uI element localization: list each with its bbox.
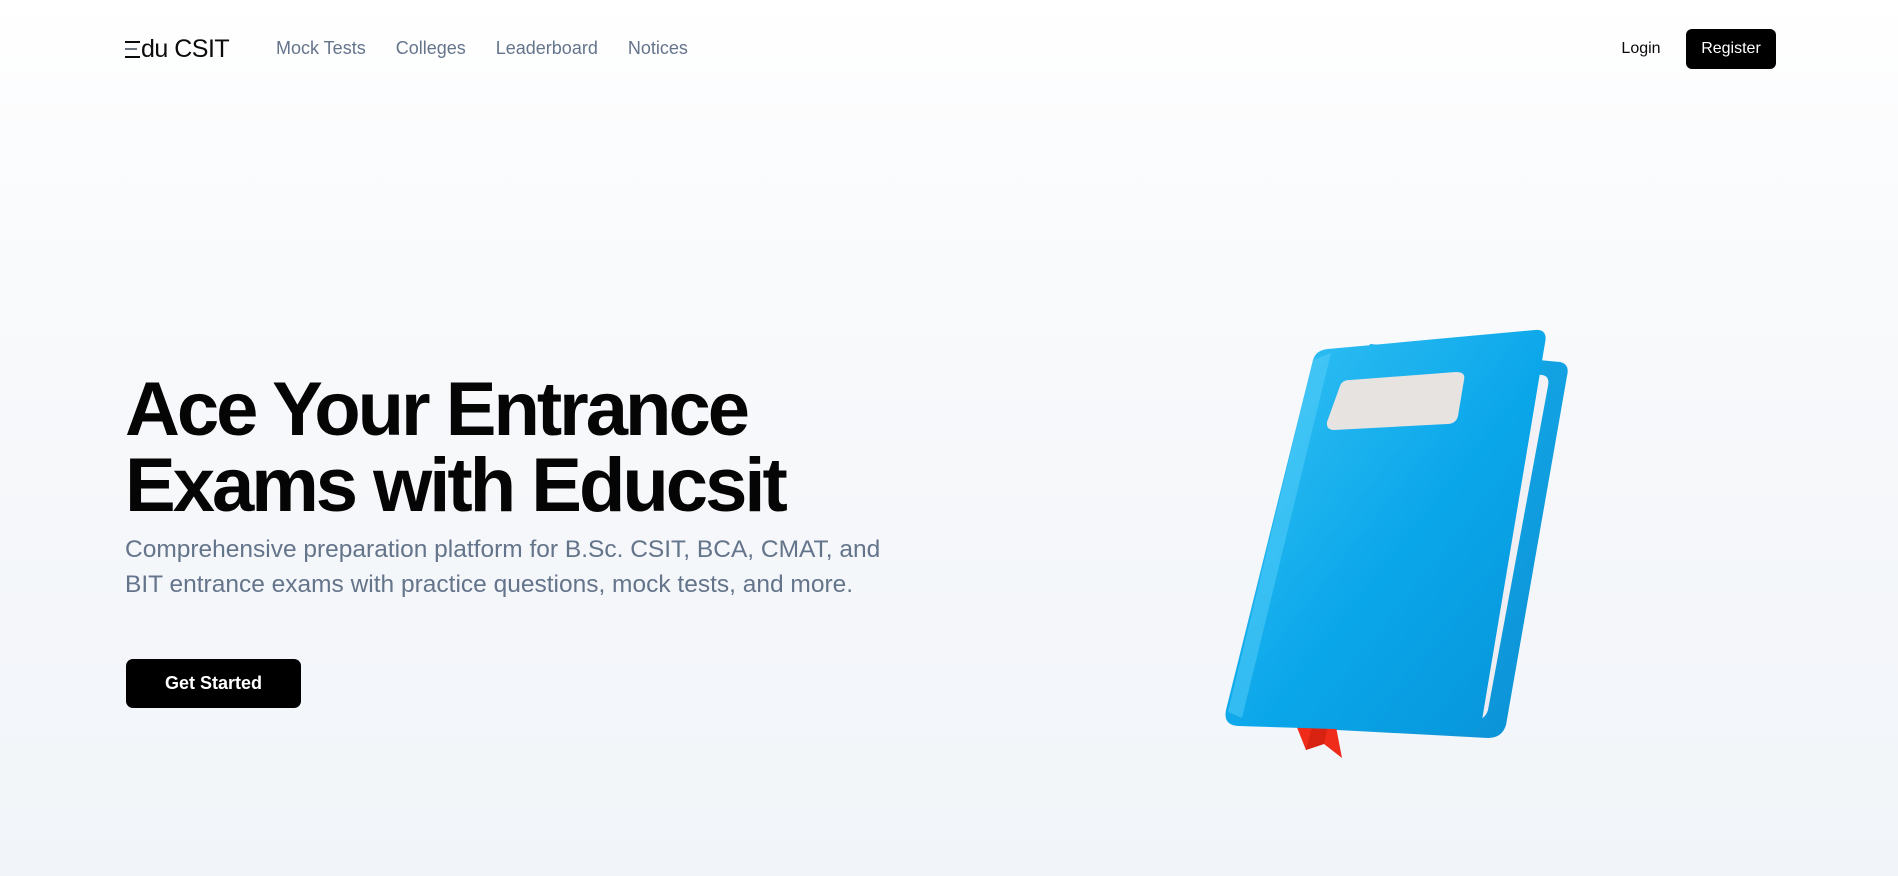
nav-link-leaderboard[interactable]: Leaderboard bbox=[496, 38, 598, 59]
register-button[interactable]: Register bbox=[1686, 29, 1776, 69]
hero-title-line-2: Exams with Educsit bbox=[125, 443, 788, 528]
top-navigation: du CSIT Mock Tests Colleges Leaderboard … bbox=[0, 0, 1898, 98]
get-started-button[interactable]: Get Started bbox=[126, 659, 301, 708]
brand-logo[interactable]: du CSIT bbox=[125, 34, 230, 63]
hero-title-line-1: Ace Your Entrance bbox=[125, 367, 750, 452]
hero-title: Ace Your Entrance Exams with Educsit bbox=[125, 372, 885, 524]
hero-description: Comprehensive preparation platform for B… bbox=[125, 536, 881, 598]
nav-link-mock-tests[interactable]: Mock Tests bbox=[276, 38, 366, 59]
login-button[interactable]: Login bbox=[1608, 29, 1674, 69]
menu-e-icon bbox=[125, 40, 140, 58]
blue-book-icon bbox=[1225, 329, 1568, 758]
nav-link-colleges[interactable]: Colleges bbox=[396, 38, 466, 59]
brand-name: du CSIT bbox=[141, 34, 230, 63]
nav-links: Mock Tests Colleges Leaderboard Notices bbox=[276, 38, 688, 59]
nav-link-notices[interactable]: Notices bbox=[628, 38, 688, 59]
